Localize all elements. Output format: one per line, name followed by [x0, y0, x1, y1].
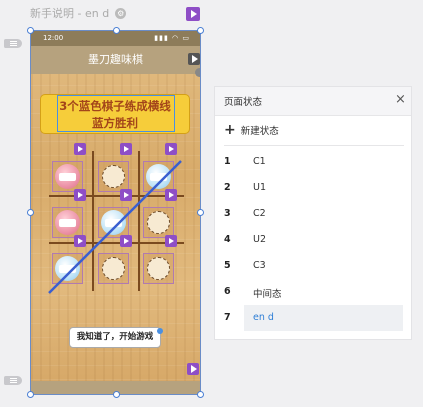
resize-handle[interactable] — [113, 391, 120, 398]
state-number: 6 — [224, 286, 231, 297]
state-number: 2 — [224, 182, 231, 193]
page-title: 新手说明 - en d — [30, 7, 110, 20]
phone-canvas[interactable]: 12:00 ▮▮▮ ◠ ▭ 墨刀趣味棋 3个蓝色棋子练成横线 蓝方胜利 我知道了… — [30, 30, 201, 395]
page-title-row: 新手说明 - en d ⚙ — [30, 4, 127, 22]
state-number: 1 — [224, 156, 231, 167]
state-number: 7 — [224, 312, 231, 323]
resize-handle[interactable] — [27, 209, 34, 216]
panel-divider — [224, 145, 404, 146]
bottom-side-tag-icon[interactable] — [4, 376, 22, 385]
state-name: U1 — [253, 182, 266, 193]
plus-icon: + — [224, 122, 236, 138]
state-name: C1 — [253, 156, 266, 167]
resize-handle[interactable] — [27, 391, 34, 398]
state-number: 3 — [224, 208, 231, 219]
state-name: U2 — [253, 234, 266, 245]
panel-header: 页面状态 × — [215, 87, 411, 116]
page-state-panel: 页面状态 × + 新建状态 1 C1 2 U1 3 C2 4 U2 5 C3 6 中间态 7 en d — [214, 86, 412, 340]
bottom-play-icon[interactable] — [187, 363, 199, 375]
resize-handle[interactable] — [27, 27, 34, 34]
button-badge-icon — [157, 328, 163, 334]
start-game-button[interactable]: 我知道了，开始游戏 — [69, 327, 161, 348]
state-row[interactable]: 5 C3 — [215, 253, 411, 279]
state-name: C2 — [253, 208, 266, 219]
state-name: C3 — [253, 260, 266, 271]
page-play-icon[interactable] — [186, 7, 200, 21]
state-number: 4 — [224, 234, 231, 245]
state-row[interactable]: 3 C2 — [215, 201, 411, 227]
state-row[interactable]: 4 U2 — [215, 227, 411, 253]
top-side-tag-icon[interactable] — [4, 39, 22, 48]
panel-title: 页面状态 — [224, 97, 263, 108]
state-name: 中间态 — [253, 289, 282, 300]
state-number: 5 — [224, 260, 231, 271]
state-row[interactable]: 1 C1 — [215, 149, 411, 175]
new-state-button[interactable]: + 新建状态 — [224, 123, 279, 137]
state-row[interactable]: 2 U1 — [215, 175, 411, 201]
state-name: en d — [253, 312, 274, 323]
new-state-label: 新建状态 — [240, 126, 279, 137]
resize-handle[interactable] — [113, 27, 120, 34]
resize-handle[interactable] — [197, 27, 204, 34]
state-row[interactable]: 7 en d — [215, 305, 411, 331]
settings-icon[interactable]: ⚙ — [115, 7, 127, 19]
close-icon[interactable]: × — [395, 92, 406, 107]
resize-handle[interactable] — [197, 391, 204, 398]
resize-handle[interactable] — [197, 209, 204, 216]
state-row[interactable]: 6 中间态 — [215, 279, 411, 305]
win-line-stroke — [48, 160, 182, 294]
